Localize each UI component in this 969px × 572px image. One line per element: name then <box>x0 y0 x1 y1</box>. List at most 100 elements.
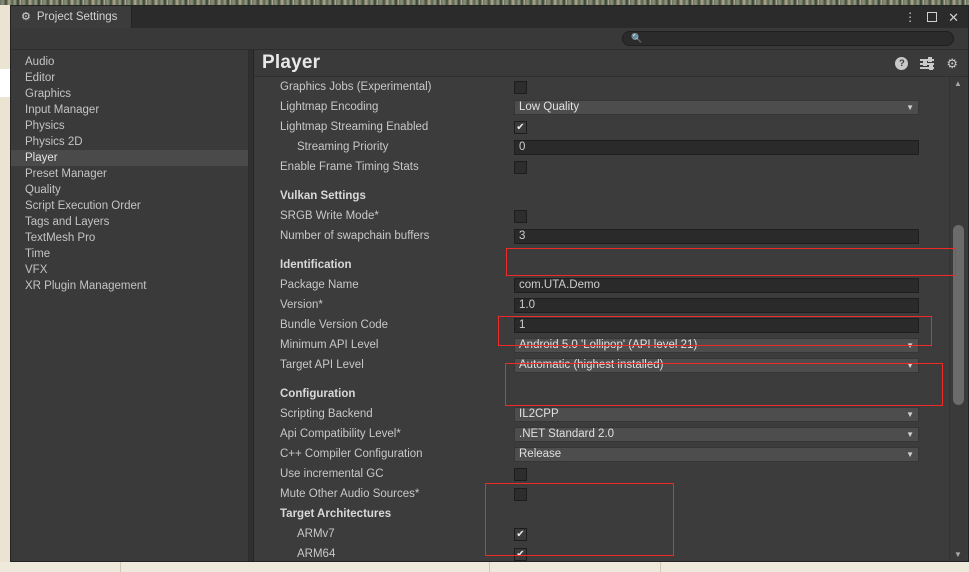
setting-row-mute-other-audio-sources[interactable]: Mute Other Audio Sources* <box>254 484 947 504</box>
setting-row-minimum-api-level[interactable]: Minimum API Level Android 5.0 'Lollipop' … <box>254 335 947 355</box>
sidebar-item-textmesh-pro[interactable]: TextMesh Pro <box>11 230 248 246</box>
sidebar-item-editor[interactable]: Editor <box>11 70 248 86</box>
sidebar-item-physics-2d[interactable]: Physics 2D <box>11 134 248 150</box>
sidebar-item-label: Quality <box>25 184 61 196</box>
sidebar-item-audio[interactable]: Audio <box>11 54 248 70</box>
setting-row-scripting-backend[interactable]: Scripting Backend IL2CPP ▼ <box>254 404 947 424</box>
scroll-down-arrow-icon[interactable]: ▼ <box>954 548 962 561</box>
setting-row-enable-frame-timing-stats[interactable]: Enable Frame Timing Stats <box>254 157 947 177</box>
text-field-number-of-swapchain-buffers[interactable]: 3 <box>514 228 919 244</box>
maximize-icon[interactable] <box>927 12 938 22</box>
sidebar-item-label: Time <box>25 248 51 260</box>
close-icon[interactable]: ✕ <box>948 11 959 24</box>
row-spacer <box>254 177 947 186</box>
checkbox-arm64[interactable]: ✔ <box>514 547 527 561</box>
sidebar-item-time[interactable]: Time <box>11 246 248 262</box>
checkbox-enable-frame-timing-stats[interactable] <box>514 160 527 174</box>
sidebar-item-script-execution-order[interactable]: Script Execution Order <box>11 198 248 214</box>
sidebar-item-label: XR Plugin Management <box>25 280 147 292</box>
background-window-left <box>0 5 10 572</box>
setting-row-lightmap-encoding[interactable]: Lightmap Encoding Low Quality ▼ <box>254 97 947 117</box>
dropdown-value: .NET Standard 2.0 <box>519 427 615 440</box>
vertical-scrollbar[interactable]: ▲ ▼ <box>949 77 966 561</box>
setting-row-graphics-jobs-experimental[interactable]: Graphics Jobs (Experimental) <box>254 77 947 97</box>
setting-row-vulkan-settings: Vulkan Settings <box>254 186 947 206</box>
setting-row-arm64[interactable]: ARM64 ✔ <box>254 544 947 561</box>
inspector-rows: Compute SkinningGraphics Jobs (Experimen… <box>254 77 947 561</box>
sidebar-item-vfx[interactable]: VFX <box>11 262 248 278</box>
checkbox-mute-other-audio-sources[interactable] <box>514 487 527 501</box>
setting-row-streaming-priority[interactable]: Streaming Priority 0 <box>254 137 947 157</box>
chevron-down-icon: ▼ <box>906 340 914 350</box>
setting-row-armv7[interactable]: ARMv7 ✔ <box>254 524 947 544</box>
chevron-down-icon: ▼ <box>906 360 914 370</box>
project-settings-window: ⚙ Project Settings ⋮ ✕ 🔍 Audio Editor Grap… <box>10 5 969 562</box>
text-field-version[interactable]: 1.0 <box>514 297 919 313</box>
row-spacer <box>254 246 947 255</box>
search-input[interactable]: 🔍 <box>622 31 954 46</box>
dropdown-value: Release <box>519 447 562 460</box>
page-title: Player <box>262 52 321 73</box>
setting-row-package-name[interactable]: Package Name com.UTA.Demo <box>254 275 947 295</box>
checkbox-armv7[interactable]: ✔ <box>514 527 527 541</box>
text-field-streaming-priority[interactable]: 0 <box>514 139 919 155</box>
setting-row-number-of-swapchain-buffers[interactable]: Number of swapchain buffers 3 <box>254 226 947 246</box>
dropdown-value: Low Quality <box>519 100 580 113</box>
dropdown-value: Android 5.0 'Lollipop' (API level 21) <box>519 338 698 351</box>
chevron-down-icon: ▼ <box>906 409 914 419</box>
checkbox-graphics-jobs-experimental[interactable] <box>514 80 527 94</box>
text-field-bundle-version-code[interactable]: 1 <box>514 317 919 333</box>
setting-label: Version* <box>280 299 323 311</box>
sidebar-item-label: Input Manager <box>25 104 100 116</box>
tab-project-settings-label: Project Settings <box>36 11 118 23</box>
sidebar-item-graphics[interactable]: Graphics <box>11 86 248 102</box>
dropdown-minimum-api-level[interactable]: Android 5.0 'Lollipop' (API level 21) ▼ <box>514 337 919 353</box>
gear-icon: ⚙ <box>21 10 31 23</box>
sidebar-item-input-manager[interactable]: Input Manager <box>11 102 248 118</box>
setting-row-version[interactable]: Version* 1.0 <box>254 295 947 315</box>
scrollbar-thumb[interactable] <box>953 225 964 405</box>
content-header-icons: ? ⚙ <box>895 56 958 70</box>
inspector-scroll-area[interactable]: Compute SkinningGraphics Jobs (Experimen… <box>254 77 968 561</box>
setting-label: Enable Frame Timing Stats <box>280 161 419 173</box>
checkbox-use-incremental-gc[interactable] <box>514 467 527 481</box>
settings-category-sidebar[interactable]: Audio Editor Graphics Input Manager Physics P… <box>11 50 249 561</box>
help-icon[interactable]: ? <box>895 56 909 70</box>
dropdown-lightmap-encoding[interactable]: Low Quality ▼ <box>514 99 919 115</box>
setting-label: Use incremental GC <box>280 468 384 480</box>
dropdown-api-compatibility-level[interactable]: .NET Standard 2.0 ▼ <box>514 426 919 442</box>
search-icon: 🔍 <box>631 33 643 43</box>
setting-row-lightmap-streaming-enabled[interactable]: Lightmap Streaming Enabled ✔ <box>254 117 947 137</box>
checkbox-lightmap-streaming-enabled[interactable]: ✔ <box>514 120 527 134</box>
sidebar-item-player[interactable]: Player <box>11 150 248 166</box>
setting-label: Target Architectures <box>280 508 392 520</box>
chevron-down-icon: ▼ <box>906 429 914 439</box>
setting-row-bundle-version-code[interactable]: Bundle Version Code 1 <box>254 315 947 335</box>
setting-row-use-incremental-gc[interactable]: Use incremental GC <box>254 464 947 484</box>
sidebar-item-label: Preset Manager <box>25 168 107 180</box>
scroll-up-arrow-icon[interactable]: ▲ <box>954 77 962 90</box>
sidebar-item-label: Tags and Layers <box>25 216 110 228</box>
setting-row-api-compatibility-level[interactable]: Api Compatibility Level* .NET Standard 2.… <box>254 424 947 444</box>
dropdown-scripting-backend[interactable]: IL2CPP ▼ <box>514 406 919 422</box>
checkbox-srgb-write-mode[interactable] <box>514 209 527 223</box>
text-field-package-name[interactable]: com.UTA.Demo <box>514 277 919 293</box>
dropdown-c-compiler-configuration[interactable]: Release ▼ <box>514 446 919 462</box>
scrollbar-track[interactable] <box>950 90 966 548</box>
setting-label: ARM64 <box>297 548 336 560</box>
sidebar-item-quality[interactable]: Quality <box>11 182 248 198</box>
dropdown-target-api-level[interactable]: Automatic (highest installed) ▼ <box>514 357 919 373</box>
vertical-dots-icon[interactable]: ⋮ <box>904 11 916 23</box>
sidebar-item-preset-manager[interactable]: Preset Manager <box>11 166 248 182</box>
setting-row-target-api-level[interactable]: Target API Level Automatic (highest insta… <box>254 355 947 375</box>
setting-label: Lightmap Streaming Enabled <box>280 121 429 133</box>
sidebar-item-physics[interactable]: Physics <box>11 118 248 134</box>
sidebar-item-xr-plugin-management[interactable]: XR Plugin Management <box>11 278 248 294</box>
tab-project-settings[interactable]: ⚙ Project Settings <box>11 6 133 28</box>
setting-row-srgb-write-mode[interactable]: SRGB Write Mode* <box>254 206 947 226</box>
setting-row-c-compiler-configuration[interactable]: C++ Compiler Configuration Release ▼ <box>254 444 947 464</box>
gear-icon[interactable]: ⚙ <box>946 57 958 70</box>
preset-sliders-icon[interactable] <box>920 57 935 70</box>
sidebar-item-tags-and-layers[interactable]: Tags and Layers <box>11 214 248 230</box>
setting-label: Vulkan Settings <box>280 190 366 202</box>
